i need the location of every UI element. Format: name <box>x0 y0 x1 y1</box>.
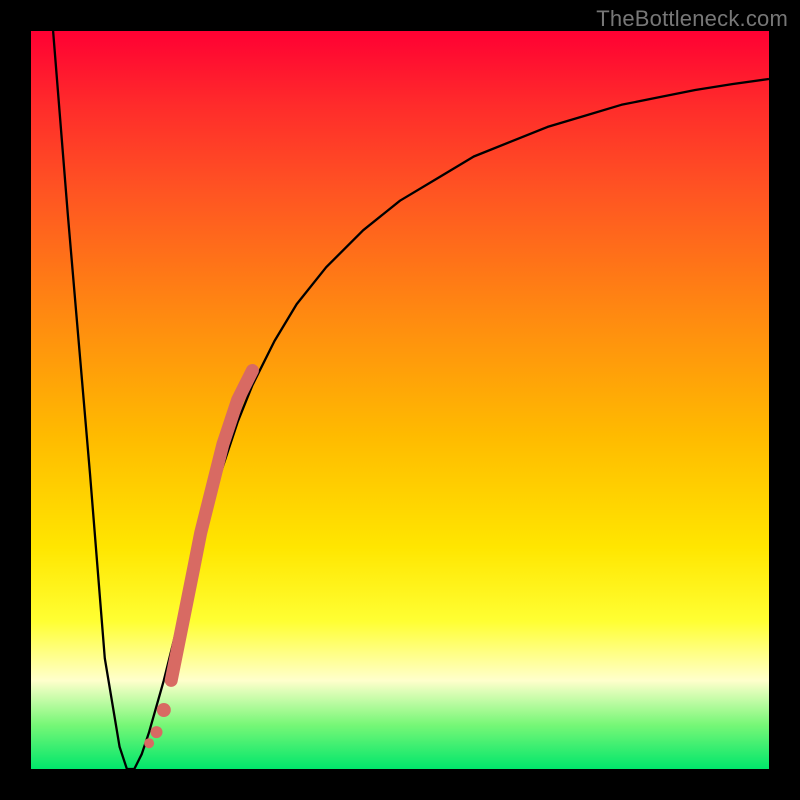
curve-group <box>53 31 769 769</box>
marker-dot <box>157 703 171 717</box>
watermark-text: TheBottleneck.com <box>596 6 788 32</box>
bottleneck-curve <box>53 31 769 769</box>
chart-frame: TheBottleneck.com <box>0 0 800 800</box>
plot-area <box>31 31 769 769</box>
marker-dot <box>144 738 154 748</box>
chart-svg <box>31 31 769 769</box>
marker-dot <box>151 726 163 738</box>
